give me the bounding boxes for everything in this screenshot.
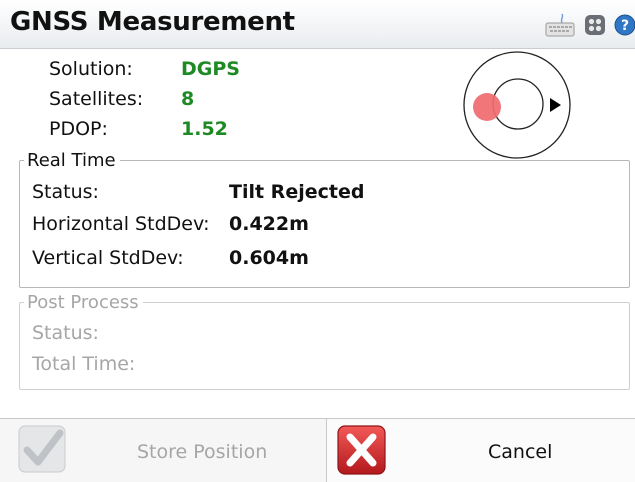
horizontal-stddev-value: 0.422m (229, 213, 309, 235)
bottom-button-bar: Store Position Cancel (0, 418, 635, 482)
pdop-label: PDOP: (49, 118, 108, 140)
cancel-label: Cancel (488, 441, 553, 463)
horizontal-stddev-label: Horizontal StdDev: (32, 213, 210, 235)
svg-text:?: ? (621, 18, 629, 34)
title-bar: GNSS Measurement ? (0, 0, 635, 49)
page-title: GNSS Measurement (10, 7, 295, 37)
solution-label: Solution: (49, 58, 133, 80)
cancel-button[interactable]: Cancel (326, 419, 635, 482)
vertical-stddev-value: 0.604m (229, 247, 309, 269)
real-time-group-title: Real Time (24, 150, 120, 171)
close-icon (337, 425, 386, 475)
direction-arrow-icon (550, 98, 561, 112)
total-time-label: Total Time: (32, 353, 136, 375)
vertical-stddev-label: Vertical StdDev: (32, 247, 184, 269)
store-position-label: Store Position (137, 441, 268, 463)
satellites-value: 8 (181, 88, 195, 110)
pp-status-label: Status: (32, 322, 99, 344)
gnss-measurement-screen: GNSS Measurement ? Solution: DGPS Satell… (0, 0, 635, 482)
satellites-label: Satellites: (49, 88, 144, 110)
post-process-group (19, 302, 630, 390)
tilt-bubble-graphic (463, 51, 571, 159)
solution-value: DGPS (181, 58, 240, 80)
keyboard-icon[interactable] (545, 13, 575, 37)
rt-status-value: Tilt Rejected (229, 181, 365, 203)
options-icon[interactable] (584, 14, 606, 36)
checkmark-icon (18, 425, 66, 473)
store-position-button[interactable]: Store Position (0, 419, 325, 482)
rt-status-label: Status: (32, 181, 99, 203)
help-icon[interactable]: ? (614, 14, 635, 36)
tilt-bubble-icon (473, 93, 501, 121)
pdop-value: 1.52 (181, 118, 228, 140)
post-process-group-title: Post Process (24, 292, 143, 313)
